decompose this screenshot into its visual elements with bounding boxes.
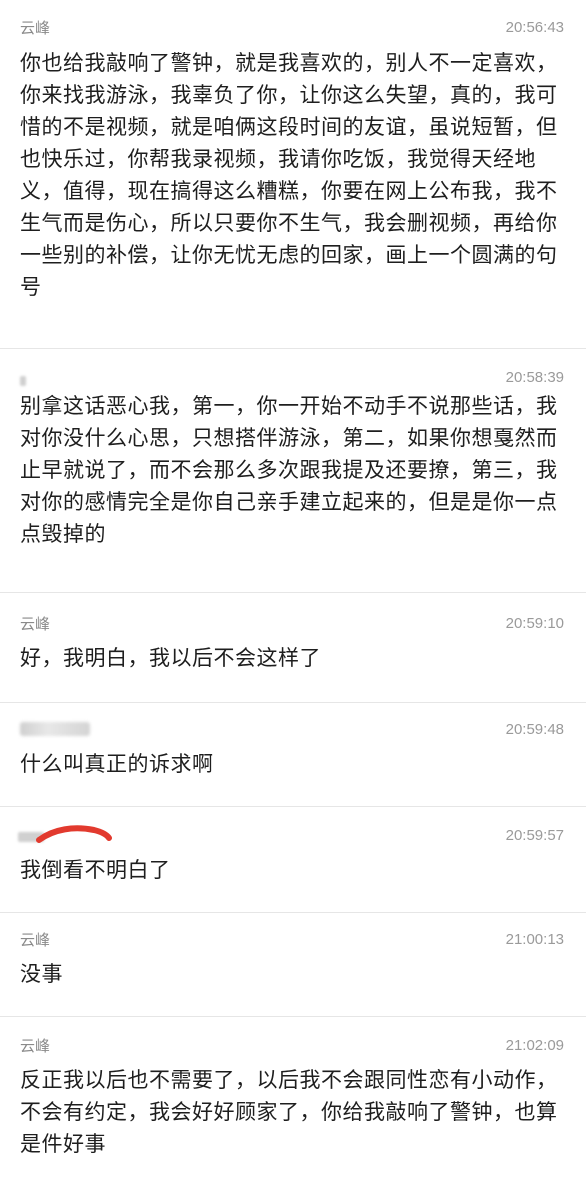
sender-redaction: [20, 376, 26, 386]
message-time: 20:59:48: [505, 721, 564, 738]
message-item[interactable]: 云峰 20:59:10 好，我明白，我以后不会这样了: [0, 614, 586, 684]
message-text: 反正我以后也不需要了，以后我不会跟同性恋有小动作，不会有约定，我会好好顾家了，你…: [20, 1068, 558, 1156]
message-text: 好，我明白，我以后不会这样了: [20, 646, 321, 670]
divider: [0, 912, 586, 913]
message-item[interactable]: 云峰 20:56:43 你也给我敲响了警钟，就是我喜欢的，别人不一定喜欢，你来找…: [0, 18, 586, 333]
message-time: 20:59:57: [505, 827, 564, 844]
sender-name: 云峰: [20, 931, 51, 949]
message-text: 什么叫真正的诉求啊: [20, 752, 214, 776]
red-scribble-redaction: [36, 825, 112, 843]
sender-name: 云峰: [20, 19, 51, 37]
message-time: 20:59:10: [505, 615, 564, 632]
divider: [0, 348, 586, 349]
chat-history: 云峰 20:56:43 你也给我敲响了警钟，就是我喜欢的，别人不一定喜欢，你来找…: [0, 0, 586, 1200]
message-item[interactable]: 20:59:48 什么叫真正的诉求啊: [0, 720, 586, 790]
message-time: 21:00:13: [505, 931, 564, 948]
message-item[interactable]: 20:58:39 别拿这话恶心我，第一，你一开始不动手不说那些话，我对你没什么心…: [0, 368, 586, 578]
divider: [0, 702, 586, 703]
message-time: 20:58:39: [505, 369, 564, 386]
message-text: 没事: [20, 962, 63, 986]
sender-name: 云峰: [20, 615, 51, 633]
sender-name: 云峰: [20, 1037, 51, 1055]
divider: [0, 592, 586, 593]
divider: [0, 806, 586, 807]
message-text: 我倒看不明白了: [20, 858, 171, 882]
message-item[interactable]: 20:59:57 我倒看不明白了: [0, 825, 586, 896]
message-text: 你也给我敲响了警钟，就是我喜欢的，别人不一定喜欢，你来找我游泳，我辜负了你，让你…: [20, 51, 558, 299]
message-item[interactable]: 云峰 21:02:09 反正我以后也不需要了，以后我不会跟同性恋有小动作，不会有…: [0, 1036, 586, 1186]
message-time: 20:56:43: [505, 19, 564, 36]
message-text: 别拿这话恶心我，第一，你一开始不动手不说那些话，我对你没什么心思，只想搭伴游泳，…: [20, 394, 558, 546]
divider: [0, 1016, 586, 1017]
sender-redaction: [20, 722, 90, 736]
message-time: 21:02:09: [505, 1037, 564, 1054]
message-item[interactable]: 云峰 21:00:13 没事: [0, 930, 586, 1000]
